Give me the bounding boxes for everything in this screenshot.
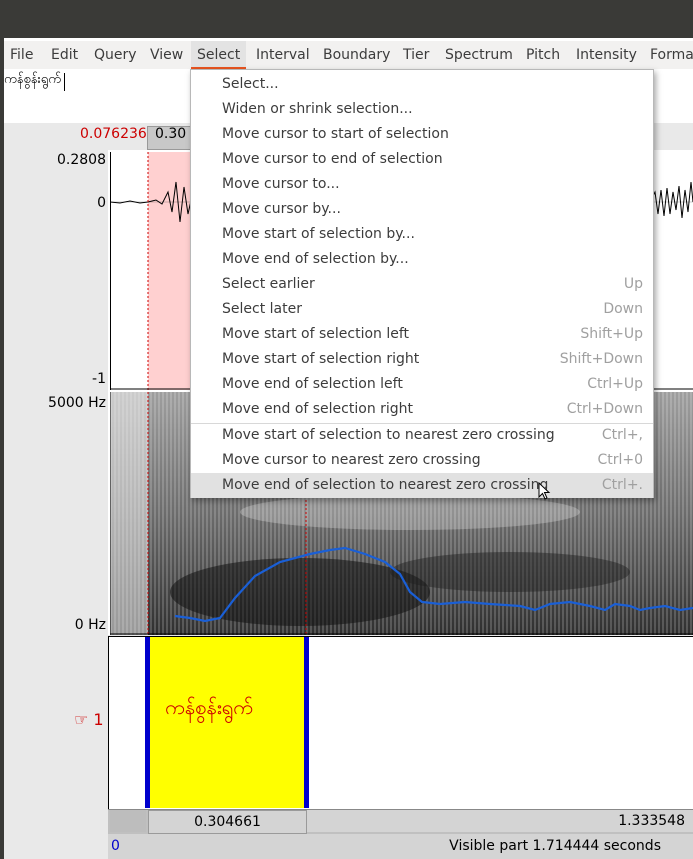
text-caret xyxy=(64,73,65,91)
select-menu-dropdown: Select... Widen or shrink selection... M… xyxy=(190,69,654,498)
move-cursor-to-menu-item[interactable]: Move cursor to... xyxy=(191,172,653,197)
cursor-to-end-menu-item[interactable]: Move cursor to end of selection xyxy=(191,147,653,172)
menu-query[interactable]: Query xyxy=(94,41,137,69)
start-right-menu-item[interactable]: Move start of selection right Shift+Down xyxy=(191,347,653,372)
menubar: File Edit Query View Select Interval Bou… xyxy=(4,41,693,69)
end-zero-crossing-menu-item[interactable]: Move end of selection to nearest zero cr… xyxy=(191,473,653,498)
spectrogram-ymax-label: 5000 Hz xyxy=(48,395,106,411)
menu-tier[interactable]: Tier xyxy=(403,41,429,69)
end-left-menu-item[interactable]: Move end of selection left Ctrl+Up xyxy=(191,372,653,397)
cursor-zero-crossing-menu-item[interactable]: Move cursor to nearest zero crossing Ctrl… xyxy=(191,448,653,473)
select-earlier-menu-item[interactable]: Select earlier Up xyxy=(191,272,653,297)
interval-boundary-left[interactable] xyxy=(145,637,150,808)
status-visible-part: Visible part 1.714444 seconds xyxy=(449,838,661,854)
window-titlebar xyxy=(0,0,693,38)
menu-file[interactable]: File xyxy=(10,41,33,69)
selection-duration-button[interactable]: 0.304661 xyxy=(148,810,307,834)
remaining-duration-label: 1.333548 xyxy=(618,813,685,829)
waveform-ymin-label: -1 xyxy=(92,371,106,387)
menu-spectrum[interactable]: Spectrum xyxy=(445,41,513,69)
selected-interval[interactable] xyxy=(147,637,306,808)
duration-before-selection[interactable] xyxy=(110,810,146,832)
interval-text-display: ကန်စွန်းရွက် xyxy=(165,695,253,719)
start-left-menu-item[interactable]: Move start of selection left Shift+Up xyxy=(191,322,653,347)
cursor-to-start-menu-item[interactable]: Move cursor to start of selection xyxy=(191,122,653,147)
waveform-ymax-label: 0.2808 xyxy=(57,152,106,168)
start-zero-crossing-menu-item[interactable]: Move start of selection to nearest zero … xyxy=(191,423,653,448)
widen-shrink-menu-item[interactable]: Widen or shrink selection... xyxy=(191,97,653,122)
menu-intensity[interactable]: Intensity xyxy=(576,41,637,69)
waveform-zero-label: 0 xyxy=(97,195,106,211)
menu-view[interactable]: View xyxy=(150,41,183,69)
spectrogram-ymin-label: 0 Hz xyxy=(74,617,106,633)
cursor-time-label: 0.076236 xyxy=(80,126,147,142)
move-end-by-menu-item[interactable]: Move end of selection by... xyxy=(191,247,653,272)
menu-edit[interactable]: Edit xyxy=(51,41,78,69)
menu-formant[interactable]: Forma xyxy=(650,41,693,69)
menu-pitch[interactable]: Pitch xyxy=(526,41,560,69)
interval-text-value: ကန်စွန်းရွက် xyxy=(4,72,61,87)
mouse-pointer-icon xyxy=(538,482,551,500)
selection-start-label: 0.30 xyxy=(155,126,187,142)
status-bar[interactable]: 0 Visible part 1.714444 seconds xyxy=(108,834,693,859)
remaining-duration-button[interactable]: 1.333548 xyxy=(307,810,693,832)
select-menu-item[interactable]: Select... xyxy=(191,72,653,97)
status-left-time: 0 xyxy=(111,838,120,854)
menu-interval[interactable]: Interval xyxy=(256,41,310,69)
move-cursor-by-menu-item[interactable]: Move cursor by... xyxy=(191,197,653,222)
end-right-menu-item[interactable]: Move end of selection right Ctrl+Down xyxy=(191,397,653,422)
tier-number-label[interactable]: ☞ 1 xyxy=(74,710,104,729)
select-later-menu-item[interactable]: Select later Down xyxy=(191,297,653,322)
interval-boundary-right[interactable] xyxy=(304,637,309,808)
menu-select[interactable]: Select xyxy=(191,41,247,69)
menu-boundary[interactable]: Boundary xyxy=(323,41,390,69)
move-start-by-menu-item[interactable]: Move start of selection by... xyxy=(191,222,653,247)
